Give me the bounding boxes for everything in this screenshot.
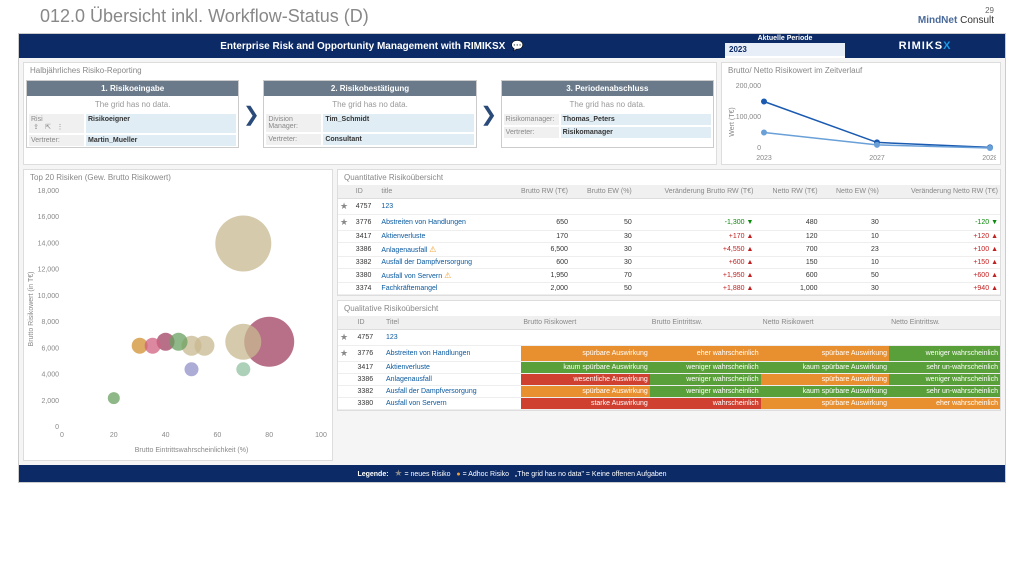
workflow-step[interactable]: 1. RisikoeingabeThe grid has no data.Ris… (26, 80, 239, 148)
workflow-step[interactable]: 3. PeriodenabschlussThe grid has no data… (501, 80, 714, 148)
svg-text:80: 80 (265, 432, 273, 439)
table-row[interactable]: 3380 Ausfall von Servern ⚠ 1,95070+1,950… (338, 269, 1000, 283)
svg-text:2028: 2028 (982, 155, 996, 162)
svg-text:20: 20 (110, 432, 118, 439)
table-row[interactable]: 3382Ausfall der Dampfversorgung spürbare… (338, 386, 1000, 398)
scatter-chart[interactable]: 0 2,000 4,000 6,000 8,000 10,000 12,000 14,000 1… (24, 185, 332, 460)
svg-text:16,000: 16,000 (38, 214, 60, 221)
period-label: Aktuelle Periode (725, 34, 845, 43)
star-icon: ★ (340, 201, 348, 211)
workflow-title: Halbjährliches Risiko-Reporting (24, 63, 716, 78)
table-row[interactable]: 3386 Anlagenausfall ⚠ 6,50030+4,550 ▲ 70… (338, 243, 1000, 257)
table-row[interactable]: ★ 4757 123 (338, 199, 1000, 215)
svg-text:12,000: 12,000 (38, 267, 60, 274)
table-row[interactable]: 3386Anlagenausfall wesentliche Auswirkun… (338, 374, 1000, 386)
qual-title: Qualitative Risikoübersicht (338, 301, 1000, 316)
svg-text:Wert (T€): Wert (T€) (729, 107, 736, 136)
svg-text:14,000: 14,000 (38, 240, 60, 247)
table-row[interactable]: 3417Aktienverluste kaum spürbare Auswirk… (338, 362, 1000, 374)
star-icon: ★ (340, 332, 348, 342)
arrow-icon: ❯ (479, 80, 499, 148)
table-row[interactable]: 3382 Ausfall der Dampfversorgung 60030+6… (338, 257, 1000, 269)
linechart-title: Brutto/ Netto Risikowert im Zeitverlauf (722, 63, 1000, 78)
svg-text:200,000: 200,000 (736, 83, 761, 90)
chat-icon[interactable]: 💬 (511, 41, 523, 52)
table-row[interactable]: ★ 4757123 (338, 330, 1000, 346)
star-icon: ★ (340, 217, 348, 227)
quant-title: Quantitative Risikoübersicht (338, 170, 1000, 185)
table-row[interactable]: ★ 3776 Abstreiten von Handlungen 65050-1… (338, 215, 1000, 231)
scatter-title: Top 20 Risiken (Gew. Brutto Risikowert) (24, 170, 332, 185)
line-chart[interactable]: 0 100,000 200,000 2023 2027 2028 Wert (T€) (722, 78, 1000, 164)
svg-text:40: 40 (162, 432, 170, 439)
table-row[interactable]: 3380Ausfall von Servern starke Auswirkun… (338, 398, 1000, 410)
svg-text:2023: 2023 (756, 155, 772, 162)
svg-text:2,000: 2,000 (41, 398, 59, 405)
quant-table[interactable]: IDtitleBrutto RW (T€)Brutto EW (%)Veränd… (338, 185, 1000, 295)
table-row[interactable]: 3374 Fachkräftemangel 2,00050+1,880 ▲ 1,… (338, 283, 1000, 295)
svg-text:6,000: 6,000 (41, 345, 59, 352)
legend-footer: Legende: ★ = neues Risiko ● = Adhoc Risi… (19, 465, 1005, 482)
svg-text:0: 0 (60, 432, 64, 439)
svg-text:10,000: 10,000 (38, 293, 60, 300)
dashboard-title: Enterprise Risk and Opportunity Manageme… (19, 34, 725, 58)
qual-table[interactable]: IDTitelBrutto RisikowertBrutto Eintritts… (338, 316, 1000, 410)
svg-text:0: 0 (55, 424, 59, 431)
brand-logo: RIMIKSX (845, 34, 1005, 58)
export-icon[interactable]: ⇱ (43, 123, 53, 131)
arrow-icon: ❯ (241, 80, 261, 148)
more-icon[interactable]: ⋮ (55, 123, 65, 131)
svg-text:8,000: 8,000 (41, 319, 59, 326)
table-row[interactable]: ★ 3776Abstreiten von Handlungen spürbare… (338, 346, 1000, 362)
svg-text:Brutto Risikowert (in T€): Brutto Risikowert (in T€) (28, 272, 35, 347)
dashboard: Enterprise Risk and Opportunity Manageme… (18, 33, 1006, 483)
slide-title: 012.0 Übersicht inkl. Workflow-Status (D… (40, 6, 369, 27)
warning-icon: ⚠ (444, 271, 451, 280)
share-icon[interactable]: ⇪ (31, 123, 41, 131)
period-value[interactable]: 2023 (725, 43, 845, 56)
workflow-step[interactable]: 2. RisikobestätigungThe grid has no data… (263, 80, 476, 148)
svg-text:2027: 2027 (869, 155, 885, 162)
svg-text:60: 60 (214, 432, 222, 439)
svg-text:100,000: 100,000 (736, 114, 761, 121)
svg-text:Brutto Eintrittswahrscheinlich: Brutto Eintrittswahrscheinlichkeit (%) (135, 447, 249, 454)
svg-text:0: 0 (757, 145, 761, 152)
svg-text:4,000: 4,000 (41, 372, 59, 379)
warning-icon: ⚠ (429, 245, 436, 254)
table-row[interactable]: 3417 Aktienverluste 17030+170 ▲ 12010+12… (338, 231, 1000, 243)
slide-logo: 29 MindNet Consult (918, 6, 994, 27)
svg-text:18,000: 18,000 (38, 188, 60, 195)
svg-text:100: 100 (315, 432, 327, 439)
star-icon: ★ (340, 348, 348, 358)
